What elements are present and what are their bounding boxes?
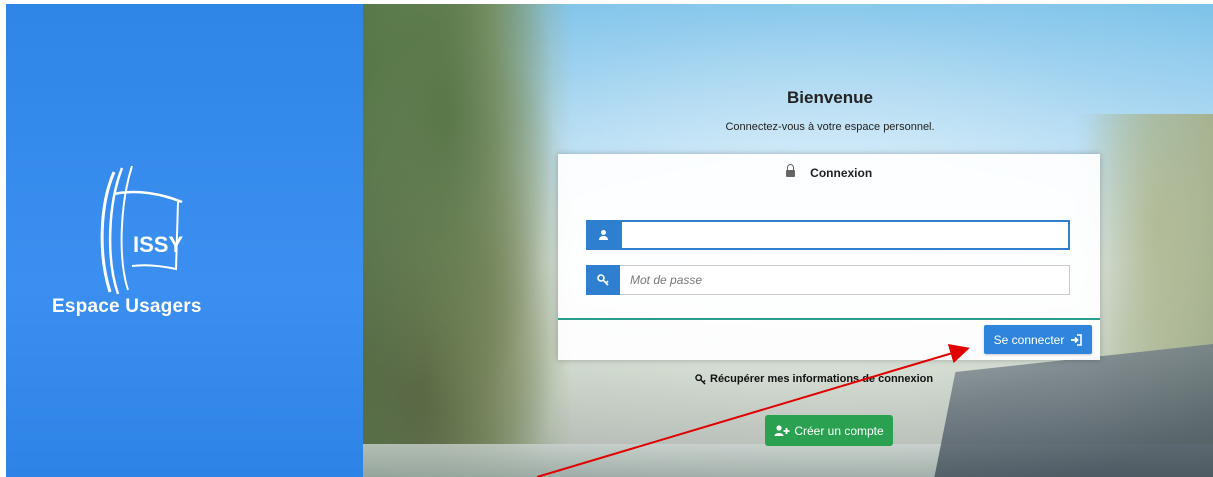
recover-link-label: Récupérer mes informations de connexion (710, 373, 934, 385)
key-icon (695, 373, 706, 385)
login-button-label: Se connecter (993, 332, 1065, 347)
user-icon (586, 220, 620, 250)
create-account-label: Créer un compte (794, 423, 884, 438)
create-account-button[interactable]: Créer un compte (765, 415, 893, 446)
login-card-header: Connexion (558, 164, 1100, 180)
card-divider (558, 318, 1100, 320)
issy-logo: ISSY (100, 165, 183, 295)
welcome-title: Bienvenue (787, 88, 873, 107)
username-field (586, 220, 1070, 250)
brand-panel: ISSY Espace Usagers (6, 4, 363, 477)
login-card: Connexion Se connecter (558, 154, 1100, 360)
welcome-subtitle: Connectez-vous à votre espace personnel. (725, 121, 935, 133)
key-icon (586, 265, 620, 295)
sign-in-icon (1071, 333, 1083, 346)
login-card-title: Connexion (810, 166, 873, 180)
svg-text:ISSY: ISSY (133, 232, 183, 257)
password-field (586, 265, 1070, 295)
username-input[interactable] (620, 220, 1070, 250)
login-button[interactable]: Se connecter (984, 325, 1092, 354)
user-plus-icon (774, 424, 790, 436)
lock-icon (785, 164, 795, 177)
password-input[interactable] (620, 265, 1070, 295)
recover-credentials-link[interactable]: Récupérer mes informations de connexion (695, 373, 933, 385)
brand-title: Espace Usagers (52, 296, 202, 317)
